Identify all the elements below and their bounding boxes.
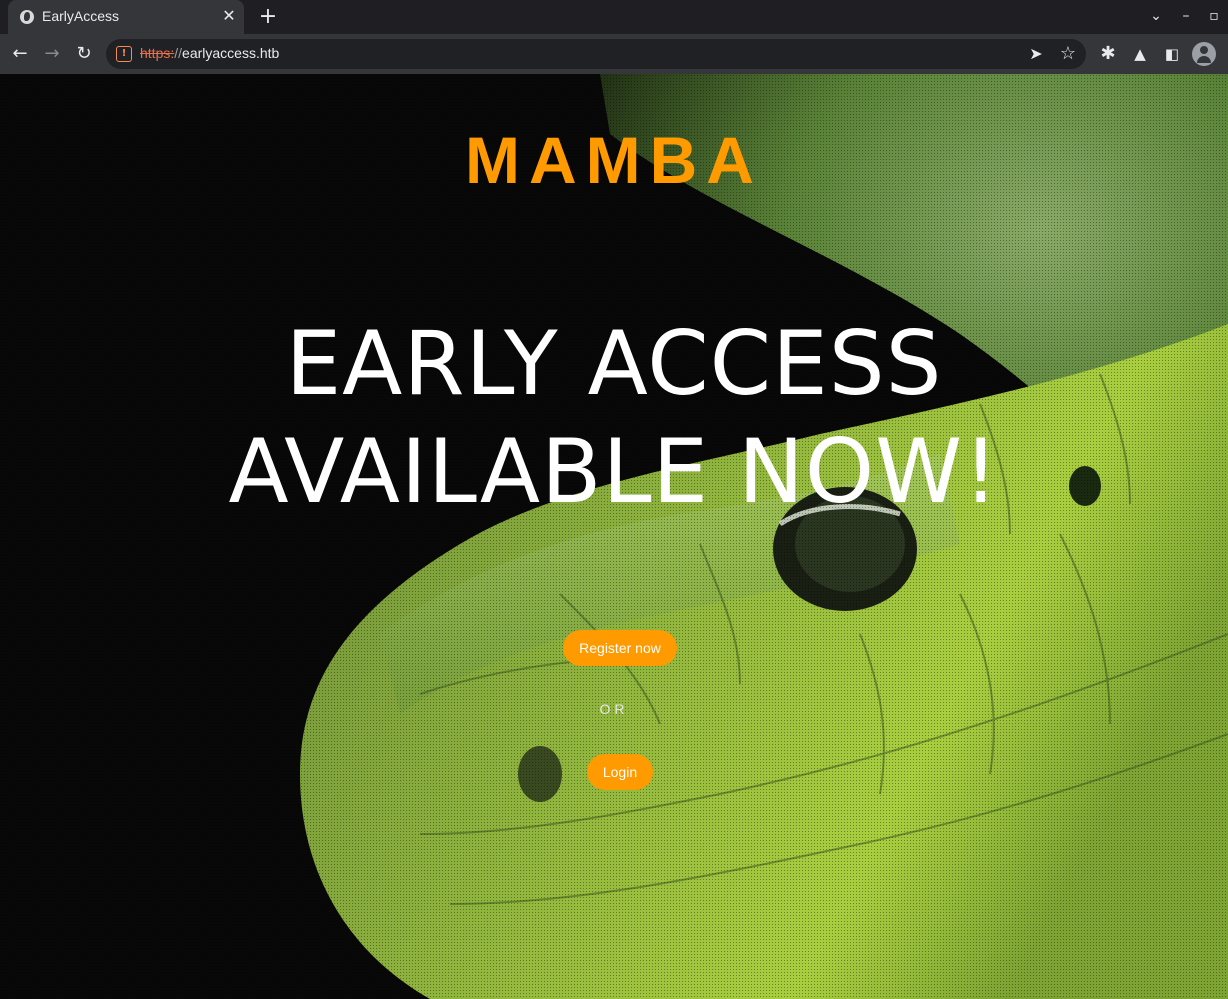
headline-line-2: AVAILABLE NOW! xyxy=(228,420,1000,523)
page-viewport: MAMBA EARLY ACCESS AVAILABLE NOW! Regist… xyxy=(0,74,1228,999)
plus-icon[interactable]: + xyxy=(256,5,280,29)
address-bar[interactable]: ! https://earlyaccess.htb xyxy=(106,39,1086,69)
url-separator: // xyxy=(174,45,183,61)
chevron-down-icon[interactable]: ⌄ xyxy=(1146,6,1166,26)
url-text[interactable]: https://earlyaccess.htb xyxy=(140,45,279,61)
star-icon[interactable]: ☆ xyxy=(1056,42,1080,66)
tab-title: EarlyAccess xyxy=(42,8,120,24)
not-secure-icon[interactable]: ! xyxy=(116,46,132,62)
login-button[interactable]: Login xyxy=(587,754,653,790)
hero-headline: EARLY ACCESS AVAILABLE NOW! xyxy=(0,310,1228,526)
dot-overlay xyxy=(0,74,1228,999)
extensions-icon[interactable]: ✱ xyxy=(1096,42,1120,66)
reload-icon[interactable]: ↻ xyxy=(72,42,96,66)
side-panel-icon[interactable]: ◧ xyxy=(1160,42,1184,66)
profile-icon[interactable] xyxy=(1192,42,1216,66)
url-host: earlyaccess.htb xyxy=(182,45,280,61)
forward-icon[interactable]: → xyxy=(40,42,64,66)
register-button[interactable]: Register now xyxy=(563,630,677,666)
or-separator: OR xyxy=(599,701,629,717)
browser-toolbar: ← → ↻ ! https://earlyaccess.htb ➤ ☆ ✱ ▲ … xyxy=(0,34,1228,74)
send-icon[interactable]: ➤ xyxy=(1024,42,1048,66)
tab-strip: EarlyAccess ✕ + ⌄ – ▫ xyxy=(0,0,1228,34)
back-icon[interactable]: ← xyxy=(8,42,32,66)
brand-logo: MAMBA xyxy=(465,123,763,197)
browser-tab[interactable]: EarlyAccess ✕ xyxy=(8,0,244,34)
headline-line-1: EARLY ACCESS xyxy=(285,312,943,415)
url-scheme: https: xyxy=(140,45,175,61)
minimize-icon[interactable]: – xyxy=(1176,6,1196,26)
close-icon[interactable]: ✕ xyxy=(220,7,238,25)
globe-icon xyxy=(20,10,34,24)
maximize-icon[interactable]: ▫ xyxy=(1204,6,1224,26)
labs-icon[interactable]: ▲ xyxy=(1128,42,1152,66)
